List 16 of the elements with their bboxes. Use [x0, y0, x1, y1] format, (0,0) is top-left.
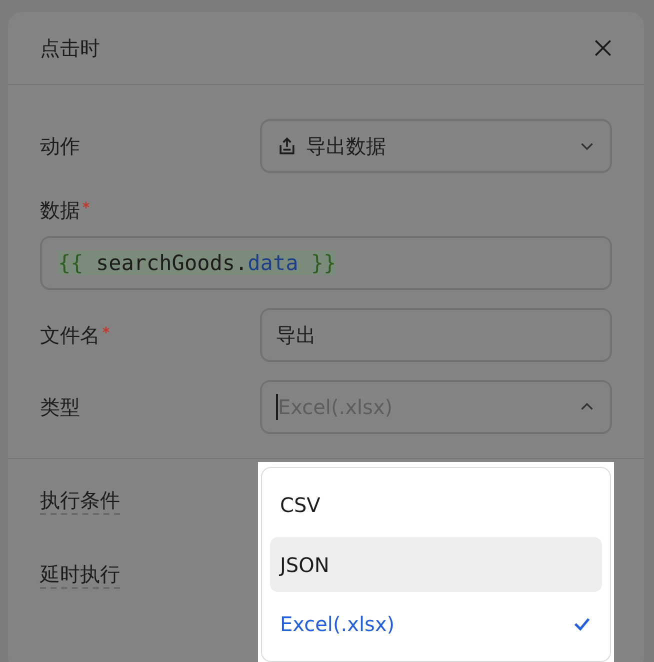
field-label: 动作 — [40, 132, 80, 160]
close-icon — [592, 37, 614, 59]
code-field[interactable]: {{ searchGoods.data }} — [40, 236, 612, 290]
dialog-title: 点击时 — [40, 34, 100, 62]
field-label: 类型 — [40, 394, 80, 420]
field-label: 执行条件 — [40, 487, 120, 515]
close-button[interactable] — [592, 37, 614, 59]
action-select[interactable]: 导出数据 — [260, 119, 612, 173]
field-label: 文件名 — [40, 322, 100, 348]
dropdown-option[interactable]: JSON — [270, 536, 602, 592]
field-label: 延时执行 — [40, 561, 120, 589]
dropdown-option[interactable]: Excel(.xlsx) — [270, 596, 602, 652]
code-text: {{ searchGoods.data }} — [58, 251, 336, 275]
filename-input[interactable]: 导出 — [260, 308, 612, 362]
dropdown-option[interactable]: CSV — [270, 477, 602, 533]
field-label: 数据 — [40, 197, 80, 224]
